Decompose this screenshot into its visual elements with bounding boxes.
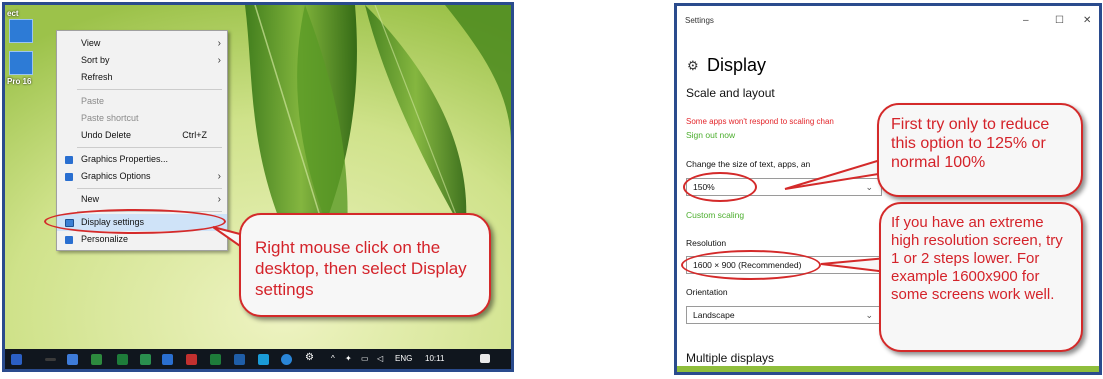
word-icon[interactable] xyxy=(11,354,22,365)
app-icon[interactable] xyxy=(140,354,151,365)
excel-icon[interactable] xyxy=(210,354,221,365)
app-icon[interactable] xyxy=(91,354,102,365)
notifications-icon[interactable] xyxy=(480,354,490,363)
gear-icon[interactable]: ⚙ xyxy=(305,352,314,363)
clock[interactable]: 10:11 xyxy=(425,354,444,363)
taskbar: ⚙ ^ ✦ ▭ ◁ ENG 10:11 xyxy=(5,349,511,369)
chevron-up-icon[interactable]: ^ xyxy=(331,354,335,363)
access-icon[interactable] xyxy=(186,354,197,365)
app-icon[interactable] xyxy=(162,354,173,365)
dropbox-icon[interactable]: ✦ xyxy=(345,354,352,363)
battery-icon[interactable]: ▭ xyxy=(361,354,369,363)
search-icon[interactable] xyxy=(45,358,56,361)
instruction-callout: Right mouse click on the desktop, then s… xyxy=(239,213,491,317)
app-icon[interactable] xyxy=(281,354,292,365)
scale-callout: First try only to reduce this option to … xyxy=(877,103,1083,197)
outlook-icon[interactable] xyxy=(234,354,245,365)
settings-window: Settings – ☐ ✕ ⚙ Display Scale and layou… xyxy=(674,3,1102,375)
app-icon[interactable] xyxy=(117,354,128,365)
skype-icon[interactable] xyxy=(258,354,269,365)
resolution-callout: If you have an extreme high resolution s… xyxy=(879,202,1083,352)
language-indicator[interactable]: ENG xyxy=(395,354,412,363)
volume-icon[interactable]: ◁ xyxy=(377,354,383,363)
desktop-screenshot: ect Pro 16 View › Sort by › Refresh Past… xyxy=(2,2,514,372)
app-icon[interactable] xyxy=(67,354,78,365)
